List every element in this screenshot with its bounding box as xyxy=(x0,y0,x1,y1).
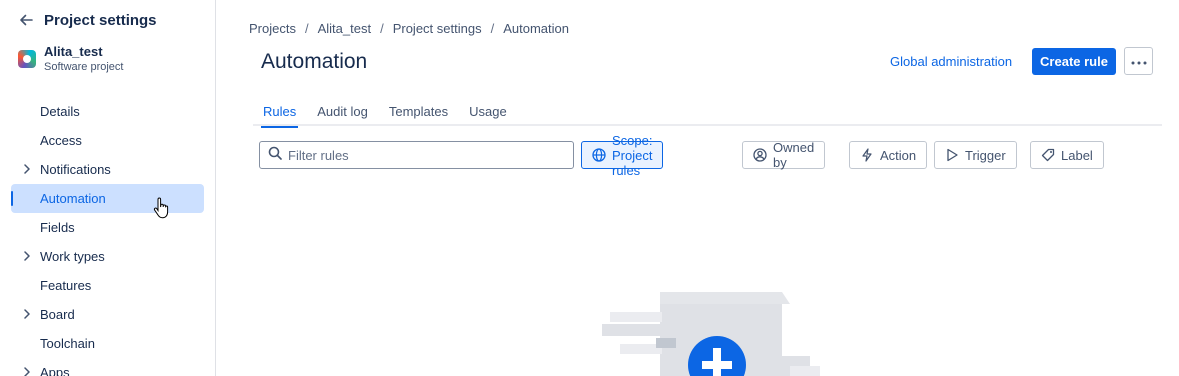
empty-state-illustration xyxy=(600,290,830,376)
sidebar-item-details[interactable]: Details xyxy=(11,97,204,126)
breadcrumb-project[interactable]: Alita_test xyxy=(318,21,371,36)
label-filter-button[interactable]: Label xyxy=(1030,141,1104,169)
chevron-right-icon[interactable] xyxy=(21,250,33,262)
create-rule-button[interactable]: Create rule xyxy=(1032,48,1116,75)
sidebar-item-automation[interactable]: Automation xyxy=(11,184,204,213)
chevron-right-icon[interactable] xyxy=(21,366,33,376)
sidebar: Project settings Alita_test Software pro… xyxy=(0,0,216,376)
project-type: Software project xyxy=(44,61,124,73)
more-actions-button[interactable] xyxy=(1124,47,1153,75)
breadcrumb-separator: / xyxy=(380,21,384,36)
label-filter-label: Label xyxy=(1061,147,1093,163)
tab-usage[interactable]: Usage xyxy=(459,100,517,126)
action-filter-label: Action xyxy=(880,147,917,163)
sidebar-item-apps[interactable]: Apps xyxy=(11,358,204,376)
search-icon xyxy=(268,146,282,165)
sidebar-item-toolchain[interactable]: Toolchain xyxy=(11,329,204,358)
sidebar-item-label: Automation xyxy=(40,191,106,206)
chevron-right-icon[interactable] xyxy=(21,163,33,175)
sidebar-item-fields[interactable]: Fields xyxy=(11,213,204,242)
user-avatar-icon xyxy=(753,148,767,162)
sidebar-item-label: Features xyxy=(40,278,92,293)
sidebar-item-work-types[interactable]: Work types xyxy=(11,242,204,271)
breadcrumb-automation[interactable]: Automation xyxy=(503,21,569,36)
back-arrow-icon[interactable] xyxy=(18,12,34,28)
sidebar-item-access[interactable]: Access xyxy=(11,126,204,155)
globe-icon xyxy=(592,148,606,162)
sidebar-nav: Details Access Notifications Automation … xyxy=(11,97,204,376)
sidebar-item-label: Fields xyxy=(40,220,75,235)
filter-rules-field[interactable] xyxy=(259,141,574,169)
sidebar-item-label: Apps xyxy=(40,365,70,376)
sidebar-item-label: Board xyxy=(40,307,75,322)
sidebar-item-features[interactable]: Features xyxy=(11,271,204,300)
trigger-filter-label: Trigger xyxy=(965,147,1006,163)
sidebar-item-label: Toolchain xyxy=(40,336,95,351)
scope-filter-label: Scope: Project rules xyxy=(612,132,653,178)
lightning-icon xyxy=(860,148,874,162)
sidebar-item-label: Details xyxy=(40,104,80,119)
sidebar-item-board[interactable]: Board xyxy=(11,300,204,329)
trigger-filter-button[interactable]: Trigger xyxy=(934,141,1017,169)
sidebar-item-label: Access xyxy=(40,133,82,148)
project-info: Alita_test Software project xyxy=(18,44,123,74)
play-icon xyxy=(945,148,959,162)
owned-by-filter-button[interactable]: Owned by xyxy=(742,140,826,170)
owned-by-filter-label: Owned by xyxy=(773,140,815,170)
project-name: Alita_test xyxy=(44,44,103,59)
sidebar-item-label: Notifications xyxy=(40,162,111,177)
action-filter-button[interactable]: Action xyxy=(849,141,928,169)
breadcrumb: Projects / Alita_test / Project settings… xyxy=(249,21,569,36)
tab-rules[interactable]: Rules xyxy=(253,100,306,128)
page-title: Automation xyxy=(261,50,368,73)
ellipsis-icon xyxy=(1131,52,1147,70)
scope-filter-button[interactable]: Scope: Project rules xyxy=(581,133,664,178)
sidebar-title: Project settings xyxy=(44,11,157,29)
breadcrumb-separator: / xyxy=(490,21,495,36)
breadcrumb-project-settings[interactable]: Project settings xyxy=(393,21,482,36)
sidebar-header: Project settings xyxy=(18,10,157,30)
tab-bar: Rules Audit log Templates Usage xyxy=(253,100,1162,128)
chevron-right-icon[interactable] xyxy=(21,308,33,320)
breadcrumb-separator: / xyxy=(304,21,309,36)
tag-icon xyxy=(1041,148,1055,162)
tab-audit-log[interactable]: Audit log xyxy=(307,100,378,126)
project-avatar xyxy=(18,50,36,68)
tab-templates[interactable]: Templates xyxy=(379,100,458,126)
global-administration-link[interactable]: Global administration xyxy=(882,48,1020,75)
filter-rules-input[interactable] xyxy=(288,147,568,163)
mouse-cursor-icon xyxy=(153,197,169,221)
breadcrumb-projects[interactable]: Projects xyxy=(249,21,296,36)
sidebar-item-notifications[interactable]: Notifications xyxy=(11,155,204,184)
sidebar-item-label: Work types xyxy=(40,249,105,264)
